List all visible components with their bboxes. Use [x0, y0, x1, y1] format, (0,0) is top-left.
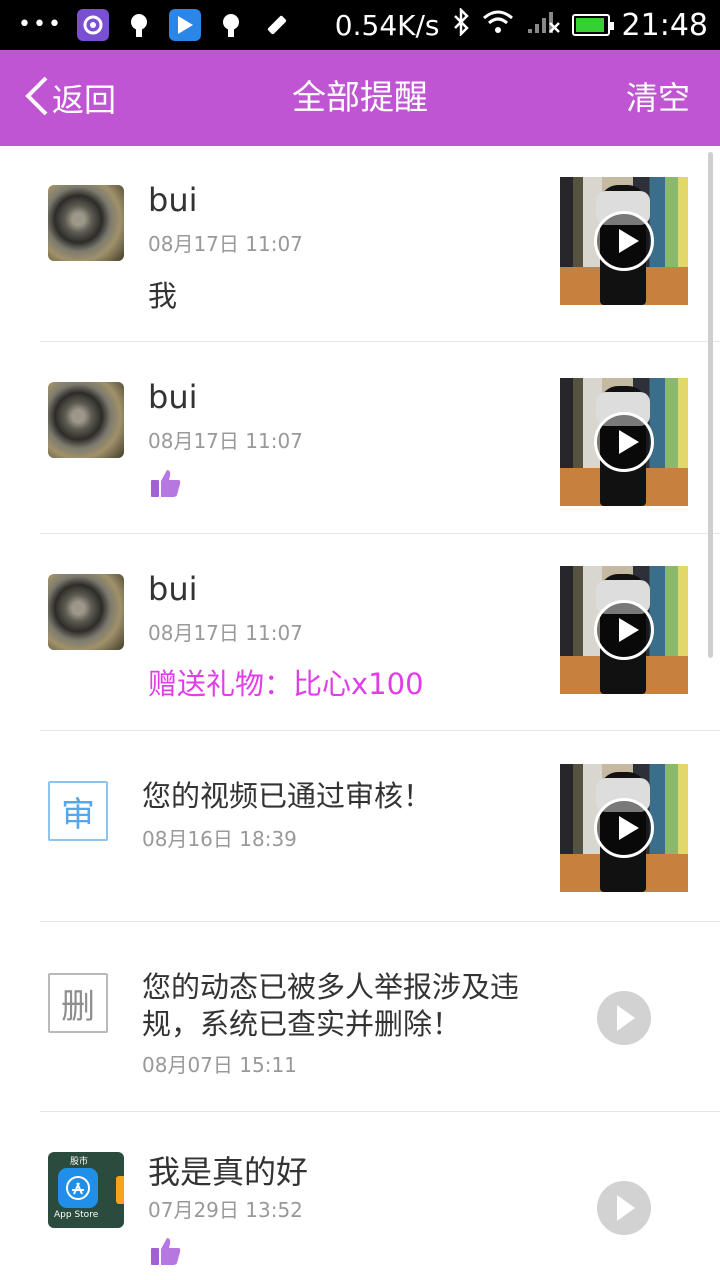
battery-icon: [571, 14, 614, 36]
video-thumbnail[interactable]: [560, 177, 688, 305]
net-speed: 0.54K/s: [334, 8, 440, 42]
more-dots-icon: •••: [18, 12, 63, 37]
timestamp: 08月16日 18:39: [142, 827, 297, 851]
username[interactable]: bui: [148, 570, 197, 608]
avatar[interactable]: [48, 185, 124, 261]
timestamp: 08月07日 15:11: [142, 1053, 297, 1077]
play-icon: [594, 600, 654, 660]
tools-icon: [261, 9, 293, 41]
video-thumbnail[interactable]: [560, 566, 688, 694]
title-bar: 返回 全部提醒 清空: [0, 50, 720, 146]
app-purple-icon: [76, 9, 109, 41]
play-icon: [594, 412, 654, 472]
system-message: 您的视频已通过审核！: [142, 779, 433, 813]
comment-text: 我: [148, 279, 178, 313]
scrollbar[interactable]: [708, 152, 713, 658]
wifi-icon: [482, 9, 514, 42]
timestamp: 08月17日 11:07: [148, 429, 303, 453]
avatar[interactable]: 股市 App Store: [48, 1152, 124, 1228]
video-thumbnail[interactable]: [560, 378, 688, 506]
chevron-left-icon: [22, 74, 50, 122]
bluetooth-icon: [452, 6, 470, 43]
signal-icon: [526, 9, 560, 42]
username[interactable]: 我是真的好: [148, 1147, 308, 1193]
notification-list: bui 08月17日 11:07 我 bui 08月17日 11:07 bui …: [0, 146, 720, 1280]
username[interactable]: bui: [148, 378, 197, 416]
avatar-caption: App Store: [54, 1210, 99, 1220]
clock: 21:48: [621, 7, 708, 43]
gift-text: 赠送礼物：比心x100: [148, 667, 424, 701]
thumbs-up-icon: [150, 468, 182, 498]
timestamp: 08月17日 11:07: [148, 621, 303, 645]
back-button[interactable]: 返回: [22, 50, 116, 146]
list-item[interactable]: bui 08月17日 11:07 赠送礼物：比心x100: [0, 534, 720, 731]
system-message: 您的动态已被多人举报涉及违规，系统已查实并删除！: [142, 970, 520, 1041]
app-store-icon: [58, 1168, 98, 1208]
notification-icon: [123, 9, 155, 41]
notification-icon: [215, 9, 247, 41]
back-label: 返回: [52, 81, 117, 119]
list-item[interactable]: 删 您的动态已被多人举报涉及违规，系统已查实并删除！ 08月07日 15:11: [0, 922, 720, 1112]
avatar[interactable]: [48, 382, 124, 458]
timestamp: 08月17日 11:07: [148, 232, 303, 256]
list-item[interactable]: bui 08月17日 11:07 我: [0, 146, 720, 342]
deleted-badge: 删: [48, 973, 108, 1033]
play-icon[interactable]: [597, 1181, 651, 1235]
play-icon[interactable]: [597, 991, 651, 1045]
avatar-caption-top: 股市: [70, 1157, 89, 1167]
review-badge: 审: [48, 781, 108, 841]
list-item[interactable]: bui 08月17日 11:07: [0, 342, 720, 534]
username[interactable]: bui: [148, 181, 197, 219]
timestamp: 07月29日 13:52: [148, 1198, 303, 1222]
play-icon: [594, 798, 654, 858]
status-bar: ••• 0.54K/s 21:48: [0, 0, 720, 50]
video-thumbnail[interactable]: [560, 764, 688, 892]
list-item[interactable]: 审 您的视频已通过审核！ 08月16日 18:39: [0, 731, 720, 922]
play-store-icon: [168, 9, 201, 41]
avatar[interactable]: [48, 574, 124, 650]
clear-all-button[interactable]: 清空: [626, 50, 690, 146]
list-item[interactable]: 股市 App Store 我是真的好 07月29日 13:52: [0, 1112, 720, 1280]
play-icon: [594, 211, 654, 271]
thumbs-up-icon: [150, 1236, 182, 1266]
